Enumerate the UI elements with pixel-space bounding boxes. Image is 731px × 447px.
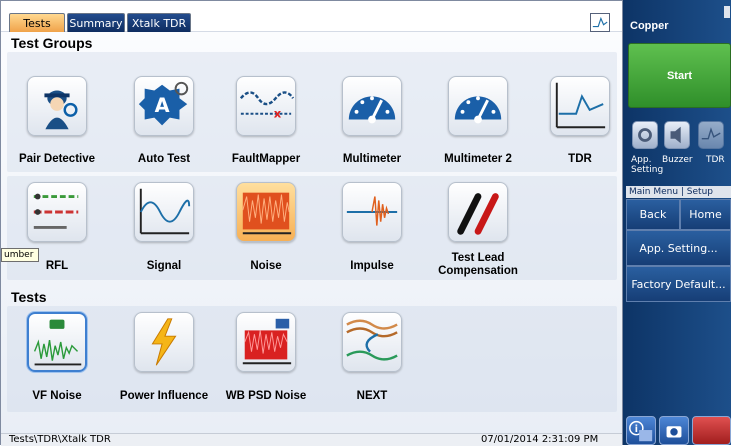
buzzer-label: Buzzer [662,155,693,165]
label-multimeter-2: Multimeter 2 [444,153,512,165]
tile-pair-detective[interactable] [27,76,87,136]
tdr-side-button[interactable] [698,121,724,149]
app-setting-label: App. Setting [631,155,664,175]
signal-icon [139,188,191,235]
tile-faultmapper[interactable]: x [236,76,296,136]
info-button[interactable]: i [626,416,656,445]
label-faultmapper: FaultMapper [231,153,301,165]
info-icon: i [629,420,653,442]
tile-rfl[interactable] [27,182,87,242]
side-panel-handle[interactable] [724,6,730,18]
tile-vf-noise[interactable] [27,312,87,372]
power-influence-icon [151,318,177,366]
buzzer-button[interactable] [664,121,690,149]
vf-noise-icon [33,319,82,366]
wrench-icon [638,128,652,142]
test-content: Test Groups A x Pair Detective Auto Test… [1,32,622,433]
tdr-waveform-icon [701,127,721,140]
bottom-tray: i [626,412,731,445]
tile-multimeter-2[interactable] [448,76,508,136]
tile-next[interactable] [342,312,402,372]
waveform-icon [592,16,608,28]
tab-summary[interactable]: Summary [67,13,125,32]
label-test-lead-compensation: Test Lead Compensation [438,252,518,277]
tdr-icon [555,82,606,129]
app-setting-menu-button[interactable]: App. Setting... [626,230,731,266]
test-lead-icon [457,193,499,235]
multimeter-icon [348,96,396,124]
faultmapper-icon: x [239,91,295,121]
graph-view-button[interactable] [590,13,610,32]
wb-psd-noise-icon [242,318,292,365]
auto-test-icon: A [138,81,189,126]
side-panel-title: Copper [630,20,669,32]
tdr-side-label: TDR [706,155,725,165]
power-button[interactable] [692,416,731,445]
status-datetime: 07/01/2014 2:31:09 PM [481,434,599,445]
label-tdr: TDR [568,153,592,165]
tab-xtalk-tdr[interactable]: Xtalk TDR [127,13,191,32]
noise-icon [242,192,292,235]
tile-multimeter[interactable] [342,76,402,136]
home-button[interactable]: Home [680,199,731,230]
rfl-icon [33,193,79,229]
label-signal: Signal [146,260,182,272]
tile-noise[interactable] [236,182,296,242]
tile-test-lead-compensation[interactable] [448,182,508,242]
tile-impulse[interactable] [342,182,402,242]
label-wb-psd-noise: WB PSD Noise [225,390,307,402]
tile-auto-test[interactable]: A [134,76,194,136]
label-impulse: Impulse [350,260,394,272]
multimeter2-icon [454,96,502,124]
label-power-influence: Power Influence [119,390,209,402]
tab-tests[interactable]: Tests [9,13,65,32]
camera-icon [666,426,682,438]
status-bar: Tests\TDR\Xtalk TDR 07/01/2014 2:31:09 P… [1,433,622,446]
svg-text:i: i [635,424,638,435]
main-panel: Tests Summary Xtalk TDR Test Groups A x … [0,0,623,446]
label-vf-noise: VF Noise [32,390,82,402]
impulse-icon [346,196,398,226]
label-auto-test: Auto Test [137,153,191,165]
factory-default-button[interactable]: Factory Default... [626,266,731,302]
label-multimeter: Multimeter [342,153,402,165]
tab-bar: Tests Summary Xtalk TDR [1,1,622,32]
pair-detective-icon [44,90,78,130]
section-header-tests: Tests [11,289,47,305]
label-pair-detective: Pair Detective [18,153,96,165]
status-path: Tests\TDR\Xtalk TDR [9,434,111,445]
app-setting-button[interactable] [632,121,658,149]
main-menu-setup-tabs[interactable]: Main Menu | Setup [626,186,731,198]
tile-tdr[interactable] [550,76,610,136]
tooltip: umber [1,248,39,262]
label-next: NEXT [356,390,388,402]
next-icon [346,319,398,361]
back-button[interactable]: Back [626,199,680,230]
tile-power-influence[interactable] [134,312,194,372]
tile-signal[interactable] [134,182,194,242]
speaker-icon [670,126,681,144]
start-button[interactable]: Start [628,43,731,108]
svg-text:A: A [155,94,170,117]
svg-text:x: x [274,107,282,121]
section-header-test-groups: Test Groups [11,35,93,51]
side-panel: Copper Start App. Setting Buzzer TDR Mai… [623,0,731,445]
label-noise: Noise [250,260,282,272]
camera-button[interactable] [659,416,689,445]
tile-wb-psd-noise[interactable] [236,312,296,372]
